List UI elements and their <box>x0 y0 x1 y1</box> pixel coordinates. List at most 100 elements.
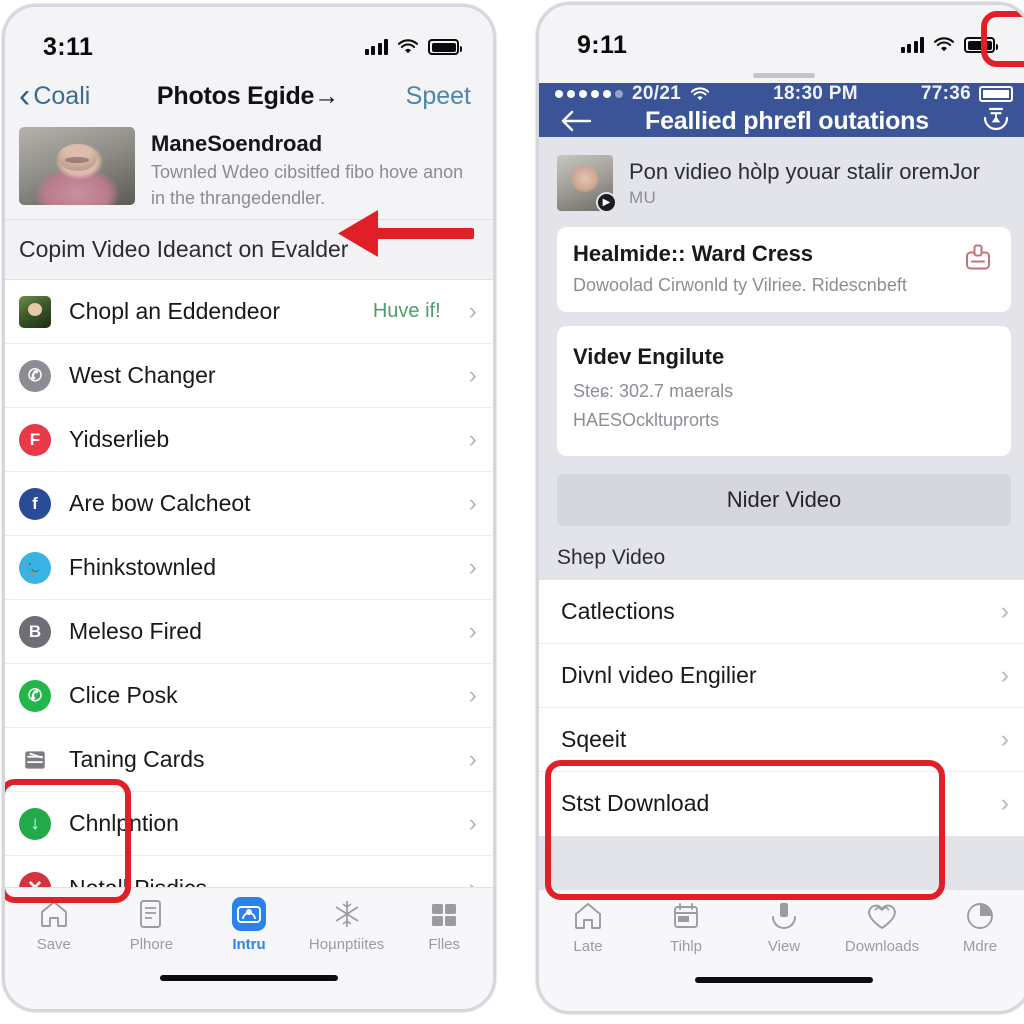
list-item[interactable]: ✆ Clice Posk › <box>5 664 493 729</box>
list-item[interactable]: ✆ West Changer › <box>5 344 493 409</box>
timer-icon <box>983 107 1009 131</box>
video-info-line-2: HAESOckltuprorts <box>573 410 720 431</box>
document-icon <box>140 900 162 928</box>
share-destination-list: Chopl an Eddendeor Huve if! › ✆ West Changer… <box>5 280 493 887</box>
tab-plhore[interactable]: Plhore <box>109 897 193 953</box>
list-item[interactable]: ✕ Notall Pisdics › <box>5 856 493 887</box>
video-info-line-1: Steɕ: 302.7 maerals <box>573 381 734 402</box>
primary-action-label: Nider Video <box>726 486 842 512</box>
cellular-bars-icon <box>364 39 388 55</box>
chevron-right-icon: › <box>1000 789 1009 818</box>
left-status-time: 3:11 <box>43 32 94 61</box>
left-home-indicator <box>5 973 493 1009</box>
tab-label: Mdre <box>962 938 998 955</box>
pie-chart-icon <box>967 903 993 929</box>
dual-phone-screenshot: 3:11 ‹ Coali Photos Egide→ Speet ManeSoe… <box>0 0 1024 1024</box>
primary-action-button[interactable]: Nider Video <box>557 473 1011 526</box>
avatar <box>19 127 135 205</box>
section-header-label: Copim Video Ideanct on Evalder <box>19 236 349 263</box>
sheet-drag-handle[interactable] <box>539 67 1024 83</box>
left-phone-screen: 3:11 ‹ Coali Photos Egide→ Speet ManeSoe… <box>5 7 493 1009</box>
tab-label: Save <box>36 936 71 953</box>
avatar: ▶ <box>557 155 617 213</box>
list-item[interactable]: Sqeeit › <box>539 708 1024 772</box>
tab-label: Downloads <box>844 938 920 955</box>
list-item[interactable]: F Yidserlieb › <box>5 408 493 473</box>
tab-label: Plhore <box>129 936 174 953</box>
download-source-card[interactable]: Healmide:: Ward Cress Dowoolad Cirwonld … <box>557 227 1011 313</box>
back-button[interactable] <box>559 108 593 134</box>
export-button[interactable] <box>961 241 995 273</box>
list-item[interactable]: 🐦 Fhinkstownled › <box>5 536 493 601</box>
timer-button[interactable] <box>981 105 1011 137</box>
tab-downloads[interactable]: Downloads <box>840 899 924 955</box>
nav-action-button[interactable]: Speet <box>406 82 471 111</box>
tab-hoµnptiites[interactable]: Hoµnptiites <box>305 897 389 953</box>
right-status-indicators <box>900 37 998 53</box>
list-item[interactable]: f Are bow Calcheot › <box>5 472 493 537</box>
back-button[interactable]: ‹ Coali <box>19 79 90 113</box>
active-tab-badge <box>231 897 266 931</box>
video-info-title: Videv Engilute <box>573 344 725 370</box>
tab-label: Flles <box>428 936 460 953</box>
profile-name: ManeSoendroad <box>151 131 323 156</box>
video-info-card: Videv Engilute Steɕ: 302.7 maerals HAESO… <box>557 326 1011 456</box>
chevron-right-icon: › <box>1000 660 1009 689</box>
tab-tihlp[interactable]: Tihlp <box>644 899 728 955</box>
chevron-right-icon: › <box>468 489 477 518</box>
folder-grid-icon <box>432 904 457 926</box>
bootstrap-gray-icon: B <box>19 615 51 648</box>
tab-label: View <box>767 938 801 955</box>
back-button-label: Coali <box>33 81 91 110</box>
chevron-right-icon: › <box>468 617 477 646</box>
tab-save[interactable]: Save <box>12 897 96 953</box>
list-item[interactable]: Divnl video Engilier › <box>539 644 1024 708</box>
battery-full-icon <box>428 39 462 55</box>
page-title: Photos Egide→ <box>156 81 340 110</box>
tab-icon-wrap <box>965 899 995 933</box>
inner-status-right: 77:36 <box>921 83 1013 105</box>
photos-app-icon <box>19 295 51 328</box>
inner-battery-text: 77:36 <box>920 83 971 104</box>
list-item-label: Are bow Calcheot <box>69 490 251 517</box>
tab-flles[interactable]: Flles <box>402 897 486 953</box>
list-item[interactable]: Taning Cards › <box>5 728 493 793</box>
list-item[interactable]: ↓ Chnlpntion › <box>5 792 493 857</box>
download-source-subtitle: Dowoolad Cirwonld ty Vilriee. Ridescnbef… <box>573 275 907 295</box>
right-home-indicator <box>539 975 1024 1011</box>
list-item[interactable]: Chopl an Eddendeor Huve if! › <box>5 280 493 345</box>
right-ios-status-bar: 9:11 <box>539 5 1024 67</box>
list-item[interactable]: Catlections › <box>539 580 1024 644</box>
person-card-icon <box>237 906 261 923</box>
list-item[interactable]: B Meleso Fired › <box>5 600 493 665</box>
tab-icon-wrap <box>867 899 897 933</box>
chevron-right-icon: › <box>468 361 477 390</box>
export-upload-icon <box>966 244 990 270</box>
shared-by-user-row[interactable]: ▶ Pon vidieo hòlp youar stalir oremJor M… <box>539 137 1024 227</box>
right-phone-frame: 9:11 20/21 18:30 PM 77:36 Feallied phref… <box>536 2 1024 1014</box>
whatsapp-green-icon: ✆ <box>19 679 51 712</box>
tab-icon-wrap <box>573 899 603 933</box>
shared-by-subtitle: MU <box>629 187 657 207</box>
right-nav-bar: Feallied phrefl outations <box>539 105 1024 137</box>
tab-icon-wrap <box>429 897 459 931</box>
list-item-label: Chnlpntion <box>69 810 179 837</box>
list-item-label: Chopl an Eddendeor <box>69 298 280 325</box>
left-ios-status-bar: 3:11 <box>5 7 493 69</box>
inner-status-left: 20/21 <box>555 83 710 105</box>
signal-dots-icon <box>555 90 623 98</box>
tab-icon-wrap <box>136 897 166 931</box>
right-tab-bar: Late Tihlp View Downloads Mdre <box>539 889 1024 975</box>
chevron-right-icon: › <box>1000 596 1009 625</box>
list-item-label: Divnl video Engilier <box>561 661 757 688</box>
right-content-body: ▶ Pon vidieo hòlp youar stalir oremJor M… <box>539 137 1024 889</box>
tab-mdre[interactable]: Mdre <box>938 899 1022 955</box>
tab-view[interactable]: View <box>742 899 826 955</box>
tab-intru[interactable]: Intru <box>207 897 291 953</box>
tab-label: Intru <box>232 936 266 953</box>
list-item[interactable]: Stst Download › <box>539 772 1024 836</box>
tab-late[interactable]: Late <box>546 899 630 955</box>
chevron-right-icon: › <box>468 681 477 710</box>
chevron-right-icon: › <box>468 553 477 582</box>
chevron-left-icon: ‹ <box>19 77 31 115</box>
